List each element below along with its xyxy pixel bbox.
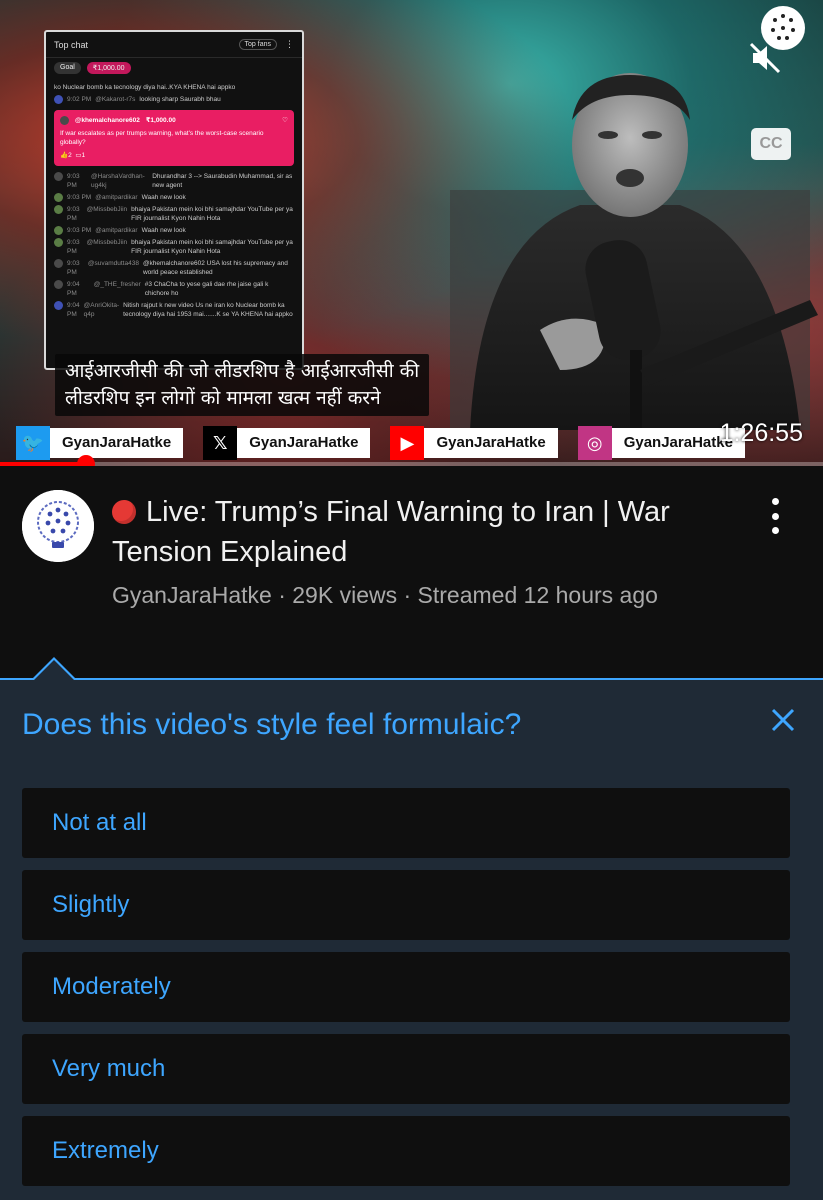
chat-message: ko Nuclear bomb ka tecnology diya hai..K… — [54, 84, 236, 91]
chat-time: 9:03 PM — [67, 206, 80, 222]
survey-option-moderately[interactable]: Moderately — [22, 952, 790, 1022]
social-handle-name: GyanJaraHatke — [50, 428, 184, 458]
mute-icon[interactable] — [747, 40, 783, 76]
twitter-icon: 🐦 — [16, 426, 50, 460]
chat-message: 9:03 PM @HarshaVardhan-ug4kj Dhurandhar 3 … — [54, 172, 294, 190]
social-handle-name: GyanJaraHatke — [237, 428, 371, 458]
social-twitter-handle: 🐦 GyanJaraHatke — [16, 426, 184, 460]
survey-option-not-at-all[interactable]: Not at all — [22, 788, 790, 858]
chat-text: @khemalchanore602 USA lost his supremacy… — [142, 260, 288, 276]
chat-text: Nitish rajput k new video Us ne iran ko … — [123, 302, 293, 318]
survey-question: Does this video's style feel formulaic? — [22, 708, 522, 741]
chat-time: 9:03 PM — [67, 260, 80, 276]
chat-user: @amitpardikar — [95, 227, 138, 234]
thumbs-up-icon: 👍 — [60, 152, 69, 159]
survey-pointer-fill — [34, 660, 74, 680]
chat-user: @MissbebJiin — [86, 239, 128, 246]
survey-option-extremely[interactable]: Extremely — [22, 1116, 790, 1186]
chat-message: 9:03 PM @amitpardikar Waah new look — [54, 226, 294, 235]
survey-option-slightly[interactable]: Slightly — [22, 870, 790, 940]
chat-time: 9:03 PM — [67, 173, 80, 189]
chat-message: 9:02 PM @Kakarot-r7s looking sharp Saura… — [54, 95, 294, 104]
chat-text: #3 ChaCha to yese gali dae rhe jaise gal… — [144, 281, 269, 297]
captions-button[interactable]: CC — [751, 128, 791, 160]
avatar — [54, 280, 63, 289]
avatar — [54, 193, 63, 202]
chat-text: bhaiya Pakistan mein koi bhi samajhdar Y… — [131, 239, 293, 255]
chat-time: 9:03 PM — [67, 194, 92, 201]
top-fans-badge: Top fans — [238, 39, 277, 50]
view-count: 29K views — [292, 582, 398, 608]
goal-pill: Goal — [54, 62, 81, 74]
chat-user: @amitpardikar — [95, 194, 138, 201]
social-youtube-handle: ▶ GyanJaraHatke — [390, 426, 558, 460]
social-handles-bar: 🐦 GyanJaraHatke 𝕏 GyanJaraHatke ▶ GyanJaraHat… — [0, 424, 823, 462]
chat-time: 9:04 PM — [67, 281, 80, 297]
social-x-handle: 𝕏 GyanJaraHatke — [203, 426, 371, 460]
avatar — [54, 205, 63, 214]
avatar — [60, 116, 69, 125]
survey-panel: Does this video's style feel formulaic? … — [0, 678, 823, 1200]
chat-text: Dhurandhar 3 --> Saurabudin Muhammad, si… — [152, 173, 293, 189]
chat-user: @MissbebJiin — [86, 206, 128, 213]
live-indicator-icon — [112, 500, 136, 524]
chat-user: @_THE_fresher — [93, 281, 141, 288]
chat-messages: ko Nuclear bomb ka tecnology diya hai..K… — [46, 78, 302, 324]
stream-time: Streamed 12 hours ago — [417, 582, 658, 608]
video-subtitle: आईआरजीसी की जो लीडरशिप है आईआरजीसी की ली… — [55, 354, 430, 416]
heart-icon: ♡ — [282, 117, 288, 124]
video-title[interactable]: Live: Trump’s Final Warning to Iran | Wa… — [112, 492, 732, 572]
goal-amount-pill: ₹1,000.00 — [86, 62, 131, 74]
chat-text: bhaiya Pakistan mein koi bhi samajhdar Y… — [131, 206, 293, 222]
video-subline: GyanJaraHatke · 29K views · Streamed 12 … — [112, 582, 658, 608]
chat-header: Top chat Top fans ⋮ — [46, 32, 302, 58]
chat-message: 9:03 PM @amitpardikar Waah new look — [54, 193, 294, 202]
chat-time: 9:03 PM — [67, 227, 92, 234]
video-player[interactable]: CC Top chat Top fans ⋮ Goal ₹1,000.00 ko… — [0, 0, 823, 466]
chat-user: @HarshaVardhan-ug4kj — [90, 173, 145, 189]
chat-time: 9:04 PM — [67, 302, 80, 318]
instagram-icon: ◎ — [577, 426, 612, 460]
channel-name[interactable]: GyanJaraHatke — [112, 582, 272, 608]
video-details: Live: Trump’s Final Warning to Iran | Wa… — [0, 486, 823, 626]
x-icon: 𝕏 — [203, 426, 238, 460]
survey-option-very-much[interactable]: Very much — [22, 1034, 790, 1104]
progress-bar[interactable] — [0, 455, 823, 466]
avatar — [54, 301, 63, 310]
chat-user: @AnriOkita-q4p — [83, 302, 120, 318]
more-options-icon[interactable] — [767, 498, 783, 534]
chat-message: 9:04 PM @AnriOkita-q4p Nitish rajput k new… — [54, 301, 294, 319]
chat-message: 9:03 PM @MissbebJiin bhaiya Pakistan mein … — [54, 205, 294, 223]
youtube-icon: ▶ — [390, 426, 425, 460]
chat-text: Waah new look — [141, 194, 186, 201]
avatar — [54, 95, 63, 104]
chat-title: Top chat — [54, 39, 89, 50]
chat-message: 9:03 PM @MissbebJiin bhaiya Pakistan mein … — [54, 238, 294, 256]
chat-user: @suvamdutta438 — [87, 260, 139, 267]
close-icon[interactable] — [769, 706, 797, 734]
chat-time: 9:03 PM — [67, 239, 80, 255]
super-chat-card: @khemalchanore602 ₹1,000.00 ♡ If war esc… — [54, 110, 294, 166]
live-chat-overlay: Top chat Top fans ⋮ Goal ₹1,000.00 ko Nu… — [44, 30, 304, 370]
microphone-image — [585, 240, 818, 430]
chat-message: 9:03 PM @suvamdutta438 @khemalchanore602 U… — [54, 259, 294, 277]
chat-menu-icon: ⋮ — [285, 39, 294, 49]
chat-message: 9:04 PM @_THE_fresher #3 ChaCha to yese ga… — [54, 280, 294, 298]
social-handle-name: GyanJaraHatke — [424, 428, 558, 458]
video-duration: 1:26:55 — [719, 419, 803, 447]
avatar — [54, 226, 63, 235]
avatar — [54, 259, 63, 268]
avatar — [54, 238, 63, 247]
channel-avatar[interactable] — [22, 490, 94, 562]
progress-fill — [0, 462, 87, 466]
avatar — [54, 172, 63, 181]
chat-text: Waah new look — [141, 227, 186, 234]
